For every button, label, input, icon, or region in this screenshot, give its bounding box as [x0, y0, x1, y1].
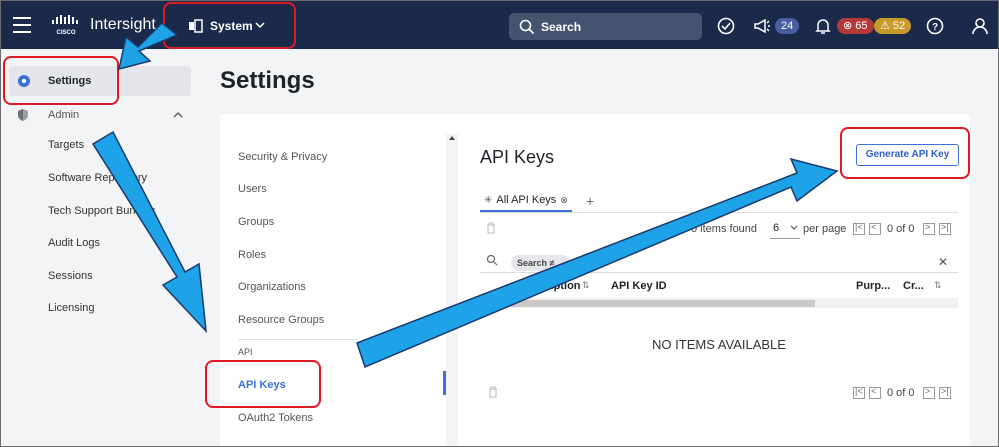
arrow-to-api-keys-icon — [91, 130, 207, 334]
arrow-to-generate-icon — [356, 157, 839, 369]
annotation-arrows — [91, 21, 839, 369]
arrow-to-settings-icon — [118, 21, 179, 71]
app-window: CISCO Intersight System Search 24 ⊗ 65 ⚠… — [0, 0, 999, 447]
